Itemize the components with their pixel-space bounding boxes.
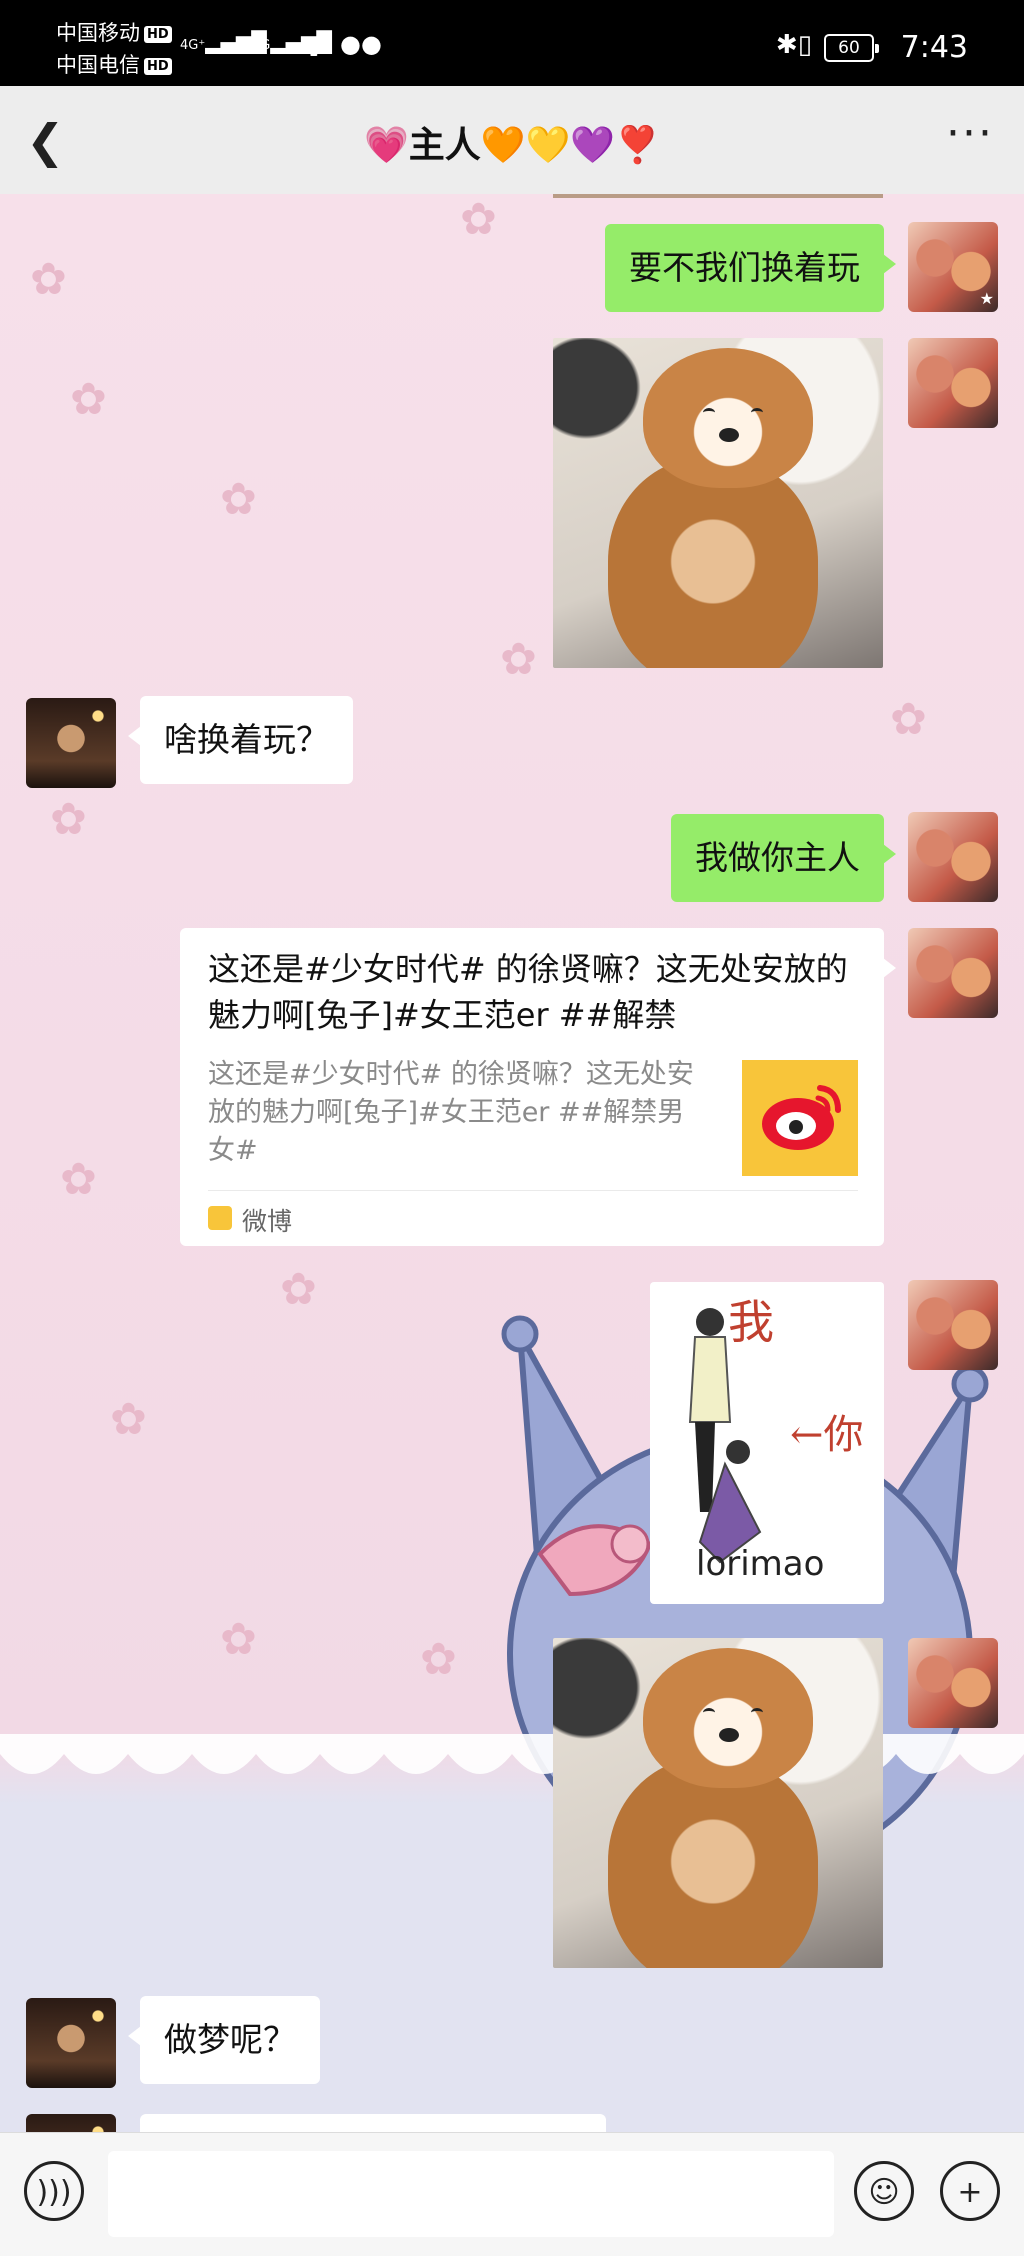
wifi-icon: ᯤ (302, 33, 326, 63)
emoji-icon[interactable]: ☺ (854, 2161, 914, 2221)
my-avatar[interactable] (908, 1638, 998, 1728)
voice-icon[interactable]: ))) (24, 2161, 84, 2221)
chat-area[interactable]: ✿ ✿ ✿ ✿ ✿ ✿ ✿ ✿ ✿ ✿ ✿ ✿ 要不我们换着玩 ★ 啥换着玩？ … (0, 194, 1024, 2132)
dog-body (608, 458, 818, 668)
message-bubble-incoming[interactable]: 做梦呢？ (128, 1996, 320, 2084)
link-card-title: 这还是#少女时代# 的徐贤嘛？这无处安放的魅力啊[兔子]#女王范er ##解禁 (208, 950, 848, 1034)
friend-avatar[interactable] (26, 2114, 116, 2132)
background-flower-icon: ✿ (220, 1614, 257, 1665)
dog-eye (703, 1708, 715, 1717)
chat-title: 💗主人🧡💛💜❣️ (363, 125, 661, 166)
bluetooth-icon: ✱▯ (775, 30, 812, 60)
dog-head (643, 1648, 813, 1788)
link-card-divider (208, 1190, 858, 1191)
background-flower-icon: ✿ (110, 1394, 147, 1445)
dog-nose (719, 428, 739, 442)
background-flower-icon: ✿ (30, 254, 67, 305)
my-avatar[interactable] (908, 928, 998, 1018)
chat-header: ❮ 💗主人🧡💛💜❣️ ··· (0, 86, 1024, 194)
weibo-logo-icon (742, 1060, 858, 1176)
avatar-badge-icon: ★ (979, 289, 994, 308)
message-bubble-outgoing[interactable]: 要不我们换着玩 (605, 224, 896, 312)
wechat-icon: ●● (340, 30, 382, 58)
status-bar: 中国移动 HD 中国电信 HD 4G⁺▂▄▆█ 4G▂▄▆█ ᯤ ●● ✱▯ 60 … (0, 0, 1024, 86)
sketch-watermark: lorimao (696, 1544, 825, 1584)
image-message-shiba[interactable] (553, 1638, 883, 1968)
partial-image[interactable] (553, 194, 883, 198)
image-message-shiba[interactable] (553, 338, 883, 668)
sketch-label-you: ←你 (790, 1412, 864, 1458)
weibo-icon (208, 1206, 232, 1230)
more-icon[interactable]: ··· (946, 108, 994, 159)
background-flower-icon: ✿ (60, 1154, 97, 1205)
carrier-1: 中国移动 HD (56, 20, 172, 46)
background-flower-icon: ✿ (220, 474, 257, 525)
background-flower-icon: ✿ (50, 794, 87, 845)
background-flower-icon: ✿ (890, 694, 927, 745)
dog-body (608, 1758, 818, 1968)
dog-nose (719, 1728, 739, 1742)
link-card-source: 微博 (242, 1207, 293, 1236)
dog-eye (751, 408, 763, 417)
dog-eye (703, 408, 715, 417)
background-flower-icon: ✿ (460, 194, 497, 245)
message-input[interactable] (108, 2151, 834, 2237)
my-avatar[interactable] (908, 1280, 998, 1370)
image-message-sketch[interactable]: 我 ←你 lorimao (650, 1282, 884, 1604)
my-avatar[interactable] (908, 338, 998, 428)
battery-icon: 60 (824, 34, 879, 62)
background-flower-icon: ✿ (280, 1264, 317, 1315)
message-bubble-incoming[interactable] (140, 2114, 606, 2132)
my-avatar[interactable]: ★ (908, 222, 998, 312)
friend-avatar[interactable] (26, 1998, 116, 2088)
message-bubble-outgoing[interactable]: 我做你主人 (671, 814, 896, 902)
input-bar: ))) ☺ + (0, 2132, 1024, 2256)
add-icon[interactable]: + (940, 2161, 1000, 2221)
background-flower-icon: ✿ (70, 374, 107, 425)
sketch-label-me: 我 (728, 1295, 774, 1349)
carrier-2: 中国电信 HD (56, 52, 172, 78)
link-card-description: 这还是#少女时代# 的徐贤嘛？这无处安放的魅力啊[兔子]#女王范er ##解禁男… (208, 1059, 694, 1166)
friend-avatar[interactable] (26, 698, 116, 788)
dog-eye (751, 1708, 763, 1717)
my-avatar[interactable] (908, 812, 998, 902)
link-card[interactable]: 这还是#少女时代# 的徐贤嘛？这无处安放的魅力啊[兔子]#女王范er ##解禁 … (180, 928, 896, 1246)
message-bubble-incoming[interactable]: 啥换着玩？ (128, 696, 353, 784)
background-flower-icon: ✿ (500, 634, 537, 685)
dog-head (643, 348, 813, 488)
clock: 7:43 (900, 30, 968, 65)
background-flower-icon: ✿ (420, 1634, 457, 1685)
